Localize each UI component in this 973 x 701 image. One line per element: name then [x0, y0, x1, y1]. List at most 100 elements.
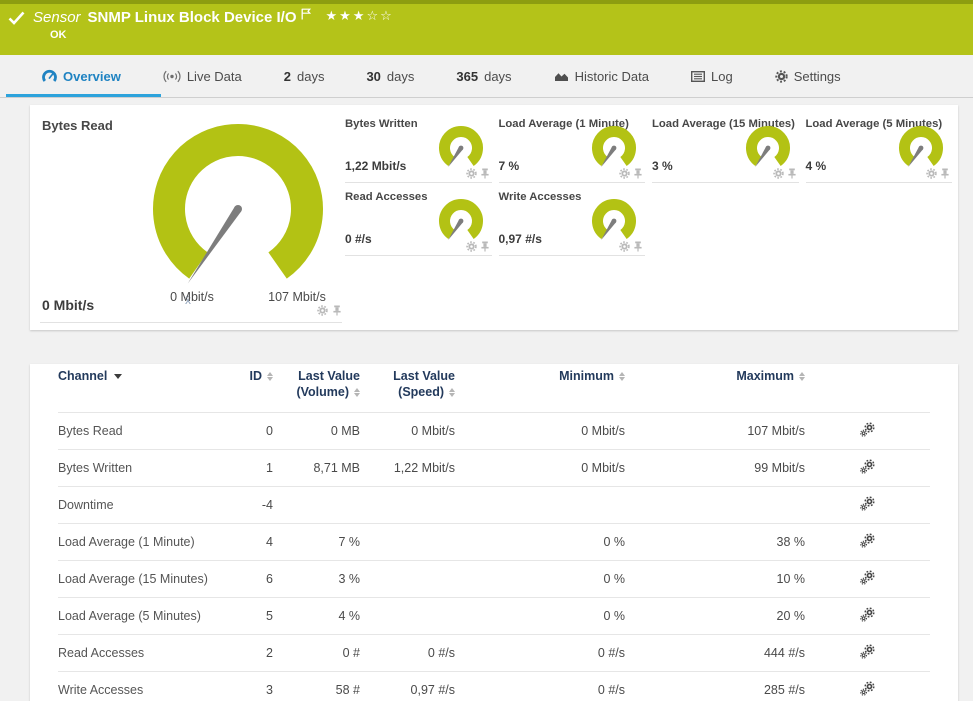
edit-channel-icon[interactable]	[860, 496, 875, 511]
gauge-scale-max: 107 Mbit/s	[252, 290, 342, 304]
gauge-settings-icon[interactable]	[773, 168, 784, 179]
column-header-last-value-volume[interactable]: Last Value(Volume)	[273, 364, 360, 413]
cell-id: 6	[218, 561, 273, 598]
cell-last-value-volume: 7 %	[273, 524, 360, 561]
channel-row-load-average-5-minutes: Load Average (5 Minutes)54 %0 %20 %	[58, 598, 930, 635]
column-header-channel[interactable]: Channel	[58, 364, 218, 413]
gauge-settings-icon[interactable]	[926, 168, 937, 179]
column-header-id[interactable]: ID	[218, 364, 273, 413]
prtg-sensor-page: Sensor SNMP Linux Block Device I/O ★★★☆☆…	[0, 0, 973, 701]
tab-label: Historic Data	[575, 69, 649, 84]
cell-edit	[805, 598, 930, 635]
flag-icon[interactable]	[301, 8, 311, 20]
cell-edit	[805, 561, 930, 598]
sort-icon	[799, 372, 805, 381]
edit-channel-icon[interactable]	[860, 681, 875, 696]
gauge-settings-icon[interactable]	[619, 241, 630, 252]
cell-last-value-volume: 4 %	[273, 598, 360, 635]
log-icon	[691, 71, 705, 82]
column-header-maximum[interactable]: Maximum	[625, 364, 805, 413]
sort-icon	[619, 372, 625, 381]
cell-channel-name: Load Average (1 Minute)	[58, 524, 218, 561]
cell-last-value-speed: 0,97 #/s	[360, 672, 455, 701]
sort-icon	[449, 388, 455, 397]
cell-channel-name: Load Average (15 Minutes)	[58, 561, 218, 598]
pin-icon[interactable]	[787, 168, 797, 179]
cell-channel-name: Downtime	[58, 487, 218, 524]
gauge-dial: x̄	[143, 121, 333, 316]
object-kind-label: Sensor	[33, 9, 81, 26]
pin-icon[interactable]	[633, 241, 643, 252]
pin-icon[interactable]	[332, 305, 342, 316]
tab-overview[interactable]: Overview	[42, 69, 121, 84]
sort-desc-icon	[114, 374, 122, 379]
tab-label: Log	[711, 69, 733, 84]
gauge-settings-icon[interactable]	[619, 168, 630, 179]
tab-live-data[interactable]: Live Data	[163, 69, 242, 84]
cell-maximum: 10 %	[625, 561, 805, 598]
cell-maximum: 20 %	[625, 598, 805, 635]
cell-minimum: 0 %	[455, 561, 625, 598]
cell-maximum: 99 Mbit/s	[625, 450, 805, 487]
pin-icon[interactable]	[480, 241, 490, 252]
tab-label: days	[297, 69, 324, 84]
channels-panel: ChannelIDLast Value(Volume)Last Value(Sp…	[30, 364, 958, 701]
broadcast-icon	[163, 70, 181, 83]
gauge-value: 4 %	[806, 159, 827, 173]
cell-id: 5	[218, 598, 273, 635]
tab-30-days[interactable]: 30 days	[366, 69, 414, 84]
gauge-icon	[42, 69, 57, 83]
tab-365-days[interactable]: 365 days	[456, 69, 511, 84]
column-header-minimum[interactable]: Minimum	[455, 364, 625, 413]
tab-label: Overview	[63, 69, 121, 84]
gauge-load-average-15-minutes: Load Average (15 Minutes)3 %	[652, 110, 799, 183]
channel-row-bytes-written: Bytes Written18,71 MB1,22 Mbit/s0 Mbit/s…	[58, 450, 930, 487]
tab-label: days	[484, 69, 511, 84]
channels-table: ChannelIDLast Value(Volume)Last Value(Sp…	[58, 364, 930, 701]
gauges-panel: Bytes Read x̄ 0 Mbit/s 107 Mbit/s 0 Mbit…	[30, 105, 958, 330]
cell-edit	[805, 524, 930, 561]
priority-rating[interactable]: ★★★☆☆	[325, 8, 393, 24]
tab-log[interactable]: Log	[691, 69, 733, 84]
gauge-read-accesses: Read Accesses0 #/s	[345, 183, 492, 256]
edit-channel-icon[interactable]	[860, 533, 875, 548]
edit-channel-icon[interactable]	[860, 422, 875, 437]
cell-last-value-volume: 0 #	[273, 635, 360, 672]
edit-channel-icon[interactable]	[860, 644, 875, 659]
cell-last-value-speed	[360, 598, 455, 635]
gauge-bytes-read: Bytes Read x̄ 0 Mbit/s 107 Mbit/s 0 Mbit…	[40, 105, 342, 323]
gauge-value: 1,22 Mbit/s	[345, 159, 406, 173]
tab-2-days[interactable]: 2days	[284, 69, 325, 84]
edit-channel-icon[interactable]	[860, 459, 875, 474]
tab-settings[interactable]: Settings	[775, 69, 841, 84]
tab-number: 365	[456, 69, 478, 84]
cell-id: 3	[218, 672, 273, 701]
gauge-settings-icon[interactable]	[317, 305, 328, 316]
gauge-value: 7 %	[499, 159, 520, 173]
cell-minimum: 0 #/s	[455, 672, 625, 701]
gauge-settings-icon[interactable]	[466, 168, 477, 179]
cell-maximum: 285 #/s	[625, 672, 805, 701]
column-header-last-value-speed[interactable]: Last Value(Speed)	[360, 364, 455, 413]
cell-id: -4	[218, 487, 273, 524]
edit-channel-icon[interactable]	[860, 607, 875, 622]
sensor-header: Sensor SNMP Linux Block Device I/O ★★★☆☆…	[0, 0, 973, 55]
tab-number: 30	[366, 69, 380, 84]
cell-last-value-volume: 58 #	[273, 672, 360, 701]
cell-channel-name: Write Accesses	[58, 672, 218, 701]
pin-icon[interactable]	[480, 168, 490, 179]
tab-historic-data[interactable]: Historic Data	[554, 69, 649, 84]
gauge-settings-icon[interactable]	[466, 241, 477, 252]
gauge-title: Bytes Read	[42, 118, 113, 133]
gauge-scale-min: 0 Mbit/s	[152, 290, 232, 304]
edit-channel-icon[interactable]	[860, 570, 875, 585]
channel-row-load-average-15-minutes: Load Average (15 Minutes)63 %0 %10 %	[58, 561, 930, 598]
pin-icon[interactable]	[633, 168, 643, 179]
sort-icon	[354, 388, 360, 397]
pin-icon[interactable]	[940, 168, 950, 179]
tab-label: days	[387, 69, 414, 84]
gauge-value: 3 %	[652, 159, 673, 173]
gauge-load-average-5-minutes: Load Average (5 Minutes)4 %	[806, 110, 953, 183]
cell-edit	[805, 413, 930, 450]
gauge-grid: Bytes Written1,22 Mbit/sLoad Average (1 …	[345, 110, 952, 256]
